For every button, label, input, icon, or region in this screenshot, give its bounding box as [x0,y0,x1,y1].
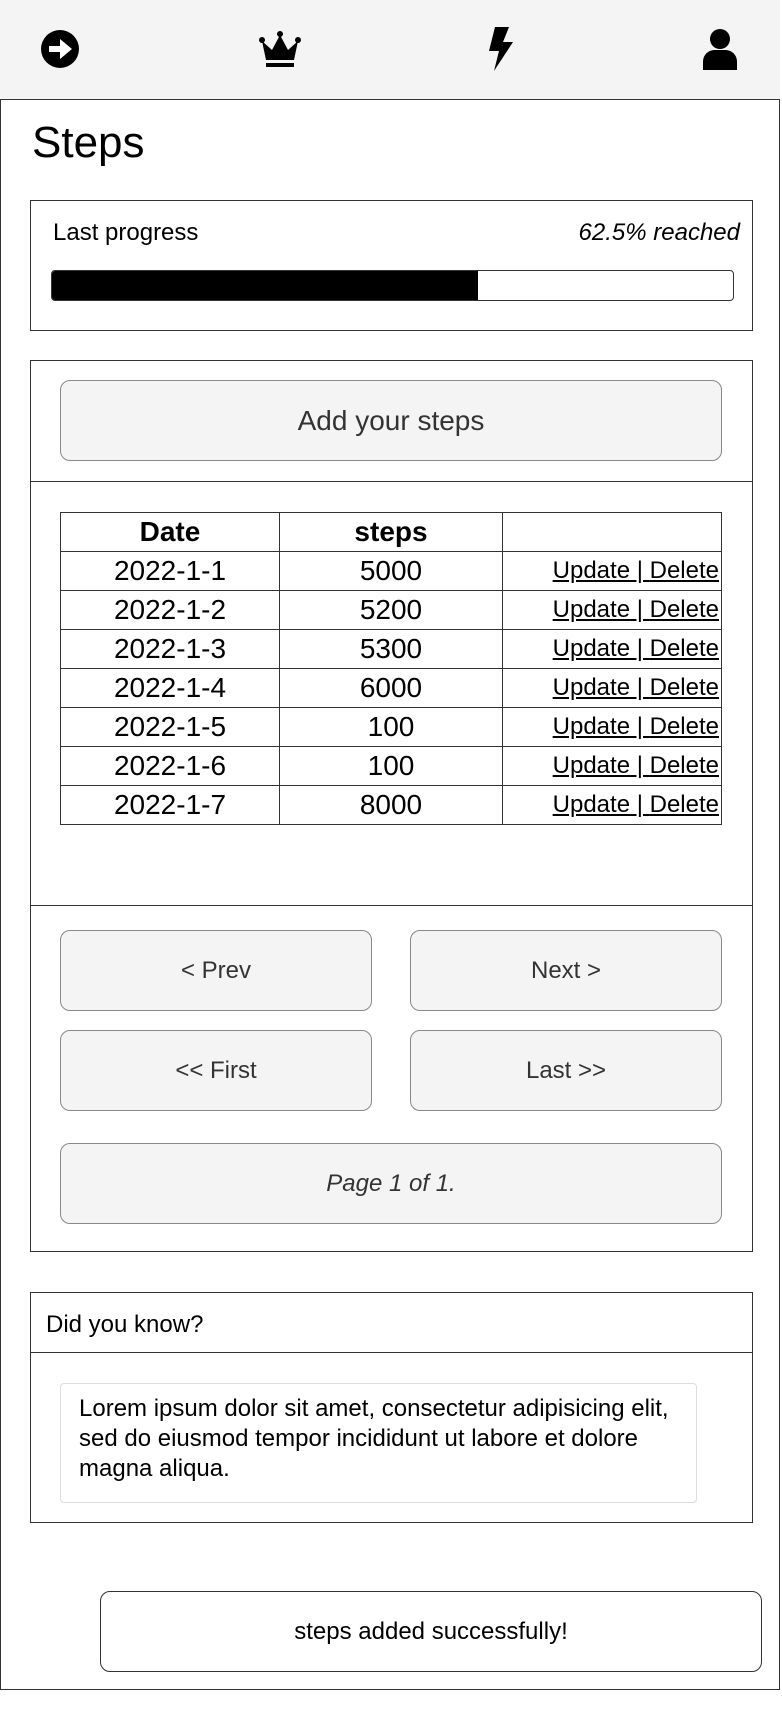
actions-cell: Update | Delete [502,629,722,669]
steps-card: Add your steps Date steps 2022-1-1 5000 … [30,360,753,1252]
divider [31,481,752,482]
date-cell: 2022-1-1 [60,551,280,591]
actions-cell: Update | Delete [502,590,722,630]
tip-card: Did you know? Lorem ipsum dolor sit amet… [30,1292,753,1523]
update-link[interactable]: Update [553,713,630,740]
steps-cell: 6000 [279,668,503,708]
table-row: 2022-1-7 8000 Update | Delete [60,785,722,825]
separator: | [630,791,650,818]
table-header-row: Date steps [60,512,722,552]
date-cell: 2022-1-4 [60,668,280,708]
update-link[interactable]: Update [553,635,630,662]
actions-cell: Update | Delete [502,551,722,591]
column-header-actions [502,512,722,552]
steps-table: Date steps 2022-1-1 5000 Update | Delete… [60,512,722,825]
delete-link[interactable]: Delete [650,713,719,740]
table-row: 2022-1-4 6000 Update | Delete [60,668,722,708]
table-row: 2022-1-6 100 Update | Delete [60,746,722,786]
separator: | [630,713,650,740]
progress-bar-fill [52,271,478,300]
date-cell: 2022-1-5 [60,707,280,747]
separator: | [630,635,650,662]
prev-button[interactable]: < Prev [60,930,372,1011]
divider [31,905,752,906]
date-cell: 2022-1-3 [60,629,280,669]
steps-cell: 5200 [279,590,503,630]
update-link[interactable]: Update [553,752,630,779]
steps-cell: 100 [279,707,503,747]
separator: | [630,752,650,779]
progress-reached-text: 62.5% reached [578,219,740,246]
delete-link[interactable]: Delete [650,557,719,584]
actions-cell: Update | Delete [502,668,722,708]
steps-cell: 5000 [279,551,503,591]
add-steps-button[interactable]: Add your steps [60,380,722,461]
first-button[interactable]: << First [60,1030,372,1111]
arrow-right-circle-icon[interactable] [37,26,83,72]
steps-cell: 5300 [279,629,503,669]
next-button[interactable]: Next > [410,930,722,1011]
steps-cell: 100 [279,746,503,786]
last-button[interactable]: Last >> [410,1030,722,1111]
page-title: Steps [32,118,145,167]
separator: | [630,674,650,701]
actions-cell: Update | Delete [502,785,722,825]
top-nav-bar [0,0,780,100]
delete-link[interactable]: Delete [650,752,719,779]
steps-cell: 8000 [279,785,503,825]
tip-heading: Did you know? [46,1311,204,1338]
progress-card: Last progress 62.5% reached [30,200,753,331]
update-link[interactable]: Update [553,674,630,701]
progress-label: Last progress [53,219,199,246]
tip-body: Lorem ipsum dolor sit amet, consectetur … [60,1383,697,1503]
date-cell: 2022-1-7 [60,785,280,825]
table-row: 2022-1-1 5000 Update | Delete [60,551,722,591]
crown-icon[interactable] [257,26,303,72]
divider [31,1352,752,1353]
column-header-steps: steps [279,512,503,552]
delete-link[interactable]: Delete [650,674,719,701]
date-cell: 2022-1-6 [60,746,280,786]
separator: | [630,596,650,623]
user-icon[interactable] [697,26,743,72]
delete-link[interactable]: Delete [650,596,719,623]
page-info: Page 1 of 1. [60,1143,722,1224]
toast-message: steps added successfully! [100,1591,762,1672]
update-link[interactable]: Update [553,557,630,584]
table-row: 2022-1-5 100 Update | Delete [60,707,722,747]
bolt-icon[interactable] [477,26,523,72]
update-link[interactable]: Update [553,596,630,623]
table-row: 2022-1-3 5300 Update | Delete [60,629,722,669]
table-row: 2022-1-2 5200 Update | Delete [60,590,722,630]
actions-cell: Update | Delete [502,746,722,786]
delete-link[interactable]: Delete [650,635,719,662]
column-header-date: Date [60,512,280,552]
progress-bar [51,270,734,301]
date-cell: 2022-1-2 [60,590,280,630]
actions-cell: Update | Delete [502,707,722,747]
delete-link[interactable]: Delete [650,791,719,818]
update-link[interactable]: Update [553,791,630,818]
separator: | [630,557,650,584]
